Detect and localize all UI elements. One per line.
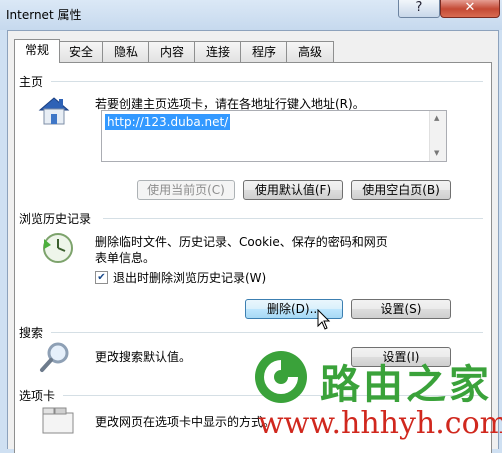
history-settings-button[interactable]: 设置(S) xyxy=(351,299,451,319)
section-divider xyxy=(103,218,483,219)
tab-general[interactable]: 常规 xyxy=(14,39,60,63)
tab-advanced[interactable]: 高级 xyxy=(286,41,334,62)
use-current-button[interactable]: 使用当前页(C) xyxy=(137,180,235,200)
mouse-cursor-icon xyxy=(317,308,331,334)
use-default-button[interactable]: 使用默认值(F) xyxy=(243,180,343,200)
scroll-down-icon[interactable]: ▼ xyxy=(434,149,439,157)
close-button[interactable]: ✕ xyxy=(440,0,500,18)
general-panel: 主页 若要创建主页选项卡，请在各地址行键入地址(R)。 http://123.d… xyxy=(14,62,492,453)
history-clock-icon xyxy=(41,231,75,268)
search-description: 更改搜索默认值。 xyxy=(95,350,192,364)
search-section-title: 搜索 xyxy=(19,326,44,340)
window-title: Internet 属性 xyxy=(6,8,82,22)
section-divider xyxy=(63,395,483,396)
tab-security[interactable]: 安全 xyxy=(58,41,104,62)
tabs-description: 更改网页在选项卡中显示的方式。 xyxy=(95,415,276,429)
tab-programs[interactable]: 程序 xyxy=(240,41,288,62)
internet-options-dialog: 常规 安全 隐私 内容 连接 程序 高级 主页 若要创建主页选项卡，请在各地址行… xyxy=(7,30,499,453)
tab-connections[interactable]: 连接 xyxy=(194,41,242,62)
homepage-url-field[interactable]: http://123.duba.net/ ▲ ▼ xyxy=(101,110,447,162)
delete-on-exit-label: 退出时删除浏览历史记录(W) xyxy=(113,271,267,285)
magnifier-icon xyxy=(39,341,73,376)
scroll-up-icon[interactable]: ▲ xyxy=(434,114,439,122)
tabs-icon xyxy=(41,405,75,438)
homepage-url-value: http://123.duba.net/ xyxy=(105,114,231,130)
homepage-section-title: 主页 xyxy=(19,75,44,89)
home-icon xyxy=(37,95,71,130)
tabs-section-title: 选项卡 xyxy=(19,389,56,403)
history-section-title: 浏览历史记录 xyxy=(19,212,92,226)
tab-privacy[interactable]: 隐私 xyxy=(102,41,150,62)
search-settings-button[interactable]: 设置(I) xyxy=(351,347,451,367)
history-description-line2: 表单信息。 xyxy=(95,251,156,265)
section-divider xyxy=(51,81,483,82)
tab-content[interactable]: 内容 xyxy=(148,41,196,62)
url-scrollbar[interactable]: ▲ ▼ xyxy=(429,111,446,161)
history-description-line1: 删除临时文件、历史记录、Cookie、保存的密码和网页 xyxy=(95,235,388,249)
use-blank-button[interactable]: 使用空白页(B) xyxy=(351,180,451,200)
delete-on-exit-checkbox[interactable]: ✔ xyxy=(95,271,108,284)
section-divider xyxy=(51,332,483,333)
title-bar: Internet 属性 ? ✕ xyxy=(0,0,502,30)
help-button[interactable]: ? xyxy=(398,0,440,18)
